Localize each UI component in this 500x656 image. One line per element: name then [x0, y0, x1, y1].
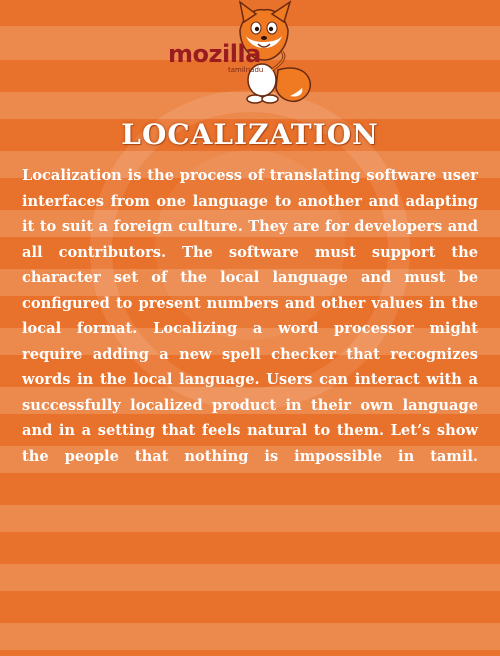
- localization-paragraph: Localization is the process of translati…: [22, 167, 478, 465]
- mozilla-logo-subtext: tamilnadu: [228, 66, 264, 74]
- page-title: LOCALIZATION: [121, 118, 379, 151]
- mozilla-logo-text: mozilla: [168, 40, 261, 68]
